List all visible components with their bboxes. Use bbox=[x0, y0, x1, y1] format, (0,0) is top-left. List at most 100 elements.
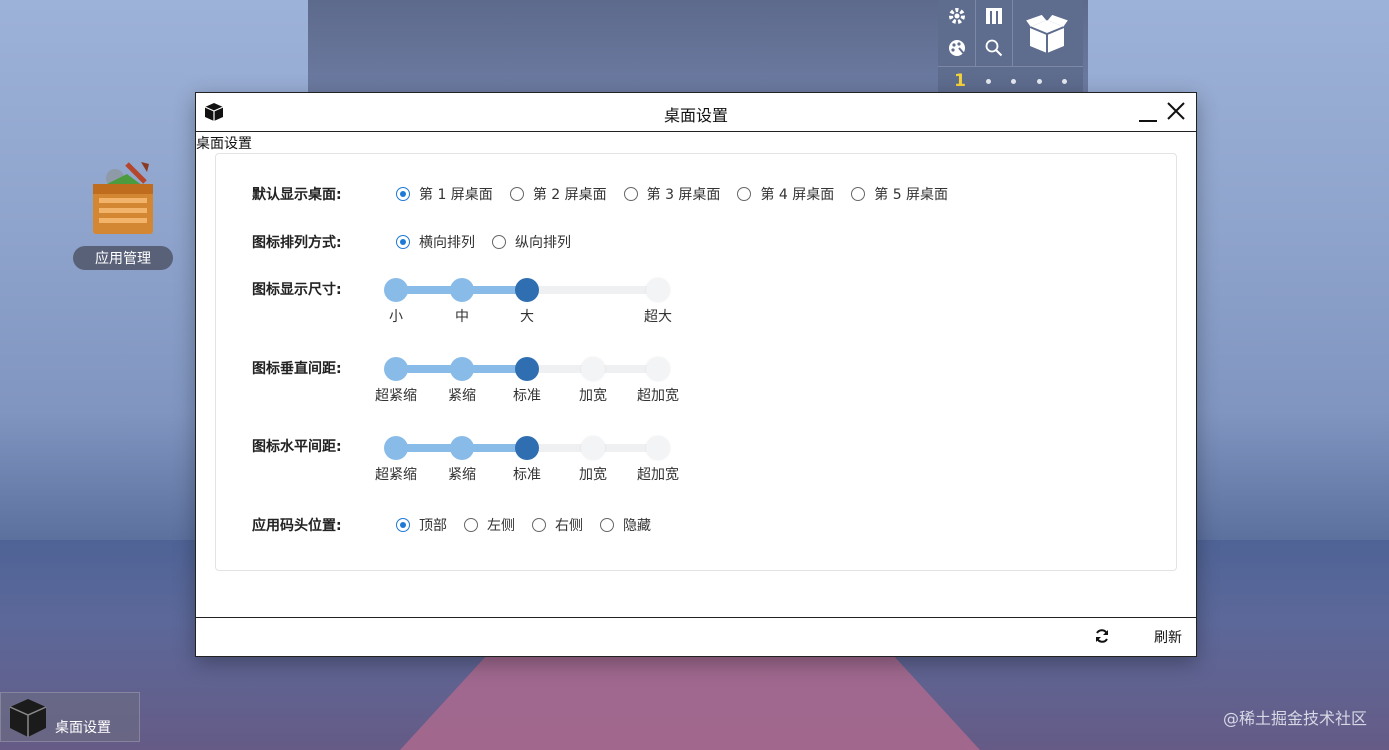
radio-circle[interactable] bbox=[492, 235, 506, 249]
radio-label: 右侧 bbox=[555, 518, 583, 534]
default-screen-options: 第 1 屏桌面 第 2 屏桌面 第 3 屏桌面 第 4 屏桌面 第 5 屏桌面 bbox=[396, 184, 965, 204]
slider-tick-label: 中 bbox=[455, 309, 469, 325]
radio-label: 第 5 屏桌面 bbox=[874, 187, 949, 203]
slider-stop[interactable] bbox=[646, 436, 670, 460]
slider-tick-label: 紧缩 bbox=[448, 388, 476, 404]
taskbar: 桌面设置 @稀土掘金技术社区 bbox=[0, 692, 1389, 750]
radio-circle[interactable] bbox=[396, 235, 410, 249]
slider-tick-label: 超大 bbox=[644, 309, 672, 325]
icon-size-slider[interactable]: 小 中 大 超大 bbox=[384, 276, 686, 336]
radio-label: 纵向排列 bbox=[515, 235, 571, 251]
taskbar-item-desktop-settings[interactable]: 桌面设置 bbox=[0, 692, 140, 742]
arrange-label: 图标排列方式: bbox=[252, 235, 342, 251]
radio-circle[interactable] bbox=[509, 187, 524, 201]
slider-stop[interactable] bbox=[581, 357, 605, 381]
grid-icon[interactable] bbox=[976, 0, 1012, 32]
slider-tick-label: 加宽 bbox=[579, 467, 607, 483]
minimize-icon bbox=[1139, 120, 1157, 122]
radio-option[interactable]: 第 3 屏桌面 bbox=[623, 184, 721, 204]
refresh-icon[interactable] bbox=[1094, 628, 1110, 648]
taskbar-item-label: 桌面设置 bbox=[55, 720, 111, 736]
slider-tick-label: 标准 bbox=[513, 388, 541, 404]
radio-label: 隐藏 bbox=[623, 518, 651, 534]
slider-stop[interactable] bbox=[450, 278, 474, 302]
close-button[interactable] bbox=[1164, 98, 1188, 124]
page-dot[interactable] bbox=[1061, 78, 1067, 84]
slider-stop[interactable] bbox=[646, 278, 670, 302]
page-dot[interactable] bbox=[1036, 78, 1042, 84]
slider-stop[interactable] bbox=[450, 436, 474, 460]
dialog-title: 桌面设置 bbox=[663, 106, 728, 125]
slider-handle[interactable] bbox=[515, 436, 539, 460]
slider-tick-label: 加宽 bbox=[579, 388, 607, 404]
page-dot[interactable] bbox=[986, 78, 992, 84]
radio-label: 顶部 bbox=[419, 518, 447, 534]
slider-stop[interactable] bbox=[384, 357, 408, 381]
launcher-panel: 1 bbox=[938, 0, 1083, 94]
slider-tick-label: 超加宽 bbox=[637, 388, 679, 404]
radio-circle[interactable] bbox=[396, 518, 410, 532]
radio-option[interactable]: 顶部 bbox=[396, 515, 447, 535]
slider-stop[interactable] bbox=[384, 278, 408, 302]
palette-icon[interactable] bbox=[939, 32, 975, 64]
radio-option[interactable]: 纵向排列 bbox=[492, 232, 571, 252]
minimize-button[interactable] bbox=[1136, 98, 1160, 124]
dock-position-options: 顶部 左侧 右侧 隐藏 bbox=[396, 515, 668, 535]
refresh-button[interactable]: 刷新 bbox=[1154, 627, 1182, 647]
slider-tick-label: 超紧缩 bbox=[375, 388, 417, 404]
radio-circle[interactable] bbox=[396, 187, 410, 201]
radio-circle[interactable] bbox=[623, 187, 638, 201]
dialog-titlebar[interactable]: 桌面设置 bbox=[196, 93, 1196, 132]
radio-label: 横向排列 bbox=[419, 235, 475, 251]
slider-tick-label: 超紧缩 bbox=[375, 467, 417, 483]
radio-label: 第 4 屏桌面 bbox=[760, 187, 835, 203]
slider-stop[interactable] bbox=[450, 357, 474, 381]
radio-option[interactable]: 左侧 bbox=[464, 515, 515, 535]
radio-label: 第 3 屏桌面 bbox=[646, 187, 721, 203]
search-icon[interactable] bbox=[976, 32, 1012, 64]
dock-position-label: 应用码头位置: bbox=[252, 518, 342, 534]
radio-option[interactable]: 右侧 bbox=[532, 515, 583, 535]
slider-stop[interactable] bbox=[581, 436, 605, 460]
radio-circle[interactable] bbox=[600, 518, 614, 532]
radio-circle[interactable] bbox=[532, 518, 546, 532]
watermark: @稀土掘金技术社区 bbox=[1222, 709, 1367, 728]
vertical-spacing-label: 图标垂直间距: bbox=[252, 361, 342, 377]
horizontal-spacing-slider[interactable]: 超紧缩 紧缩 标准 加宽 超加宽 bbox=[375, 434, 686, 494]
slider-handle[interactable] bbox=[515, 278, 539, 302]
slider-stop[interactable] bbox=[384, 436, 408, 460]
slider-tick-label: 紧缩 bbox=[448, 467, 476, 483]
breadcrumb: 桌面设置 bbox=[196, 136, 252, 152]
slider-stop[interactable] bbox=[646, 357, 670, 381]
desktop-app-manager[interactable]: 应用管理 bbox=[70, 160, 176, 270]
icon-size-label: 图标显示尺寸: bbox=[252, 282, 342, 298]
slider-tick-label: 小 bbox=[389, 309, 403, 325]
settings-panel: 默认显示桌面: 第 1 屏桌面 第 2 屏桌面 第 3 屏桌面 第 4 屏桌面 第 5 … bbox=[215, 153, 1177, 571]
page-dot[interactable] bbox=[1011, 78, 1017, 84]
radio-option[interactable]: 隐藏 bbox=[600, 515, 651, 535]
radio-circle[interactable] bbox=[464, 518, 478, 532]
gear-icon[interactable] bbox=[939, 0, 975, 32]
radio-option[interactable]: 第 4 屏桌面 bbox=[737, 184, 834, 204]
slider-tick-label: 超加宽 bbox=[637, 467, 679, 483]
box-icon[interactable] bbox=[1014, 4, 1080, 64]
slider-handle[interactable] bbox=[515, 357, 539, 381]
close-icon bbox=[1167, 102, 1185, 120]
radio-option[interactable]: 第 2 屏桌面 bbox=[509, 184, 607, 204]
desktop-icon-label: 应用管理 bbox=[73, 246, 173, 270]
radio-label: 第 2 屏桌面 bbox=[532, 187, 607, 203]
crate-icon bbox=[93, 162, 153, 234]
radio-circle[interactable] bbox=[737, 187, 752, 201]
desktop-settings-dialog: 桌面设置 桌面设置 默认显示桌面: 第 1 屏桌面第 2 屏桌面第 3 屏桌面第… bbox=[195, 92, 1197, 657]
radio-option[interactable]: 第 5 屏桌面 bbox=[851, 184, 948, 204]
default-screen-label: 默认显示桌面: bbox=[252, 187, 342, 203]
radio-option[interactable]: 第 1 屏桌面 bbox=[396, 184, 493, 204]
current-page-number[interactable]: 1 bbox=[954, 71, 966, 91]
radio-circle[interactable] bbox=[851, 187, 866, 201]
radio-option[interactable]: 横向排列 bbox=[396, 232, 475, 252]
horizontal-spacing-label: 图标水平间距: bbox=[252, 439, 342, 455]
slider-tick-label: 大 bbox=[520, 309, 534, 325]
vertical-spacing-slider[interactable]: 超紧缩 紧缩 标准 加宽 超加宽 bbox=[375, 355, 686, 415]
cube-icon bbox=[9, 699, 47, 737]
radio-label: 左侧 bbox=[487, 518, 515, 534]
